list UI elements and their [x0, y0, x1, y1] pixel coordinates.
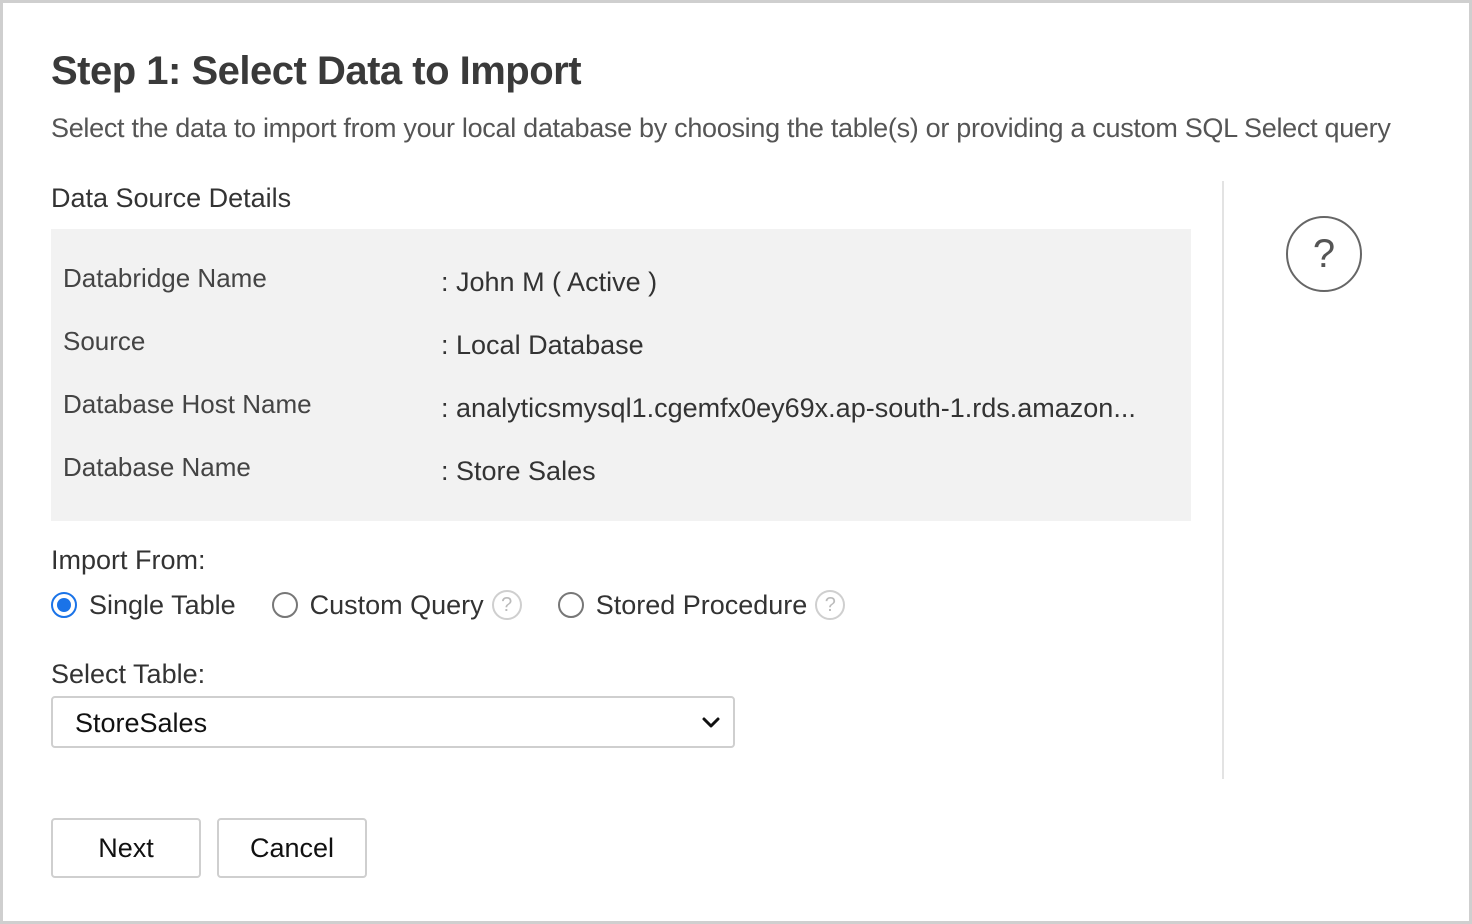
detail-key: Databridge Name: [63, 263, 267, 293]
data-source-details-label: Data Source Details: [51, 183, 292, 213]
select-table-dropdown[interactable]: StoreSales: [51, 696, 735, 748]
import-from-label: Import From:: [51, 545, 206, 575]
next-button[interactable]: Next: [51, 818, 201, 878]
page-subtitle: Select the data to import from your loca…: [51, 113, 1391, 143]
detail-row-database-name: Database Name Store Sales: [51, 452, 1191, 492]
select-table-label: Select Table:: [51, 659, 206, 689]
radio-button-single-table[interactable]: [51, 592, 77, 618]
radio-label[interactable]: Single Table: [89, 590, 236, 621]
detail-key: Database Host Name: [63, 389, 312, 419]
radio-button-stored-procedure[interactable]: [557, 592, 584, 618]
detail-key: Source: [63, 326, 146, 356]
vertical-divider: [1222, 181, 1224, 779]
custom-query-help-icon[interactable]: ?: [491, 590, 522, 620]
radio-option-custom-query[interactable]: Custom Query ?: [271, 590, 522, 621]
select-table-value: StoreSales: [75, 708, 208, 738]
detail-value: Local Database: [441, 330, 1161, 361]
radio-option-stored-procedure[interactable]: Stored Procedure ?: [557, 590, 846, 621]
detail-row-database-host-name: Database Host Name analyticsmysql1.cgemf…: [51, 389, 1191, 429]
cancel-button[interactable]: Cancel: [217, 818, 367, 878]
radio-label[interactable]: Stored Procedure: [596, 590, 808, 621]
help-icon[interactable]: ?: [1286, 216, 1362, 292]
import-from-radio-group: Single Table Custom Query ? Stored Proce…: [51, 587, 881, 623]
radio-option-single-table[interactable]: Single Table: [51, 590, 236, 621]
detail-row-databridge-name: Databridge Name John M ( Active ): [51, 263, 1191, 303]
detail-key: Database Name: [63, 452, 251, 482]
chevron-down-icon: [702, 717, 720, 728]
stored-procedure-help-icon[interactable]: ?: [815, 590, 846, 620]
radio-button-custom-query[interactable]: [271, 592, 298, 618]
detail-value: analyticsmysql1.cgemfx0ey69x.ap-south-1.…: [441, 393, 1161, 424]
detail-value: John M ( Active ): [441, 267, 1161, 298]
detail-value: Store Sales: [441, 456, 1161, 487]
import-wizard-panel: Step 1: Select Data to Import Select the…: [0, 0, 1472, 924]
page-title: Step 1: Select Data to Import: [51, 49, 582, 93]
data-source-details-panel: Databridge Name John M ( Active ) Source…: [51, 229, 1191, 521]
detail-row-source: Source Local Database: [51, 326, 1191, 366]
radio-label[interactable]: Custom Query: [310, 590, 484, 621]
